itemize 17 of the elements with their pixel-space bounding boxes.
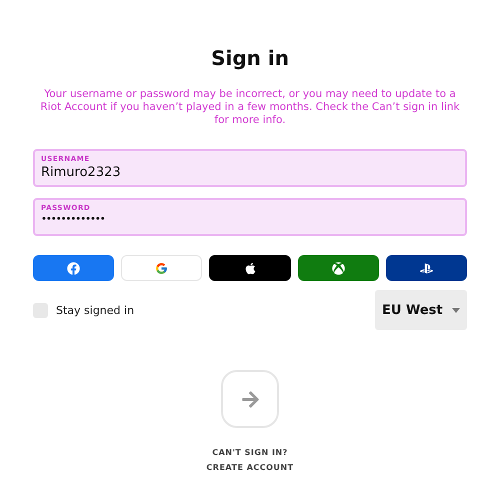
sign-in-option-button[interactable]: [386, 255, 468, 281]
text-input[interactable]: Rimuro2323: [41, 165, 459, 180]
submit-button[interactable]: [221, 370, 279, 428]
arrow-right-icon: [240, 390, 260, 408]
ps-logo-icon: [420, 262, 433, 274]
checkbox-label: Stay signed in: [56, 304, 134, 316]
error-message: Your username or password may be incorrect, or you may need to update to a Riot Account if you haven’t played in a few months. Check the Can’t sign in link for more info.: [39, 88, 461, 127]
page-title: Sign in: [210, 46, 290, 70]
password-input[interactable]: •••••••••••••: [41, 214, 459, 225]
apple-icon: [244, 262, 256, 274]
text-link[interactable]: CAN'T SIGN IN?: [212, 448, 288, 457]
text-link[interactable]: CREATE ACCOUNT: [206, 463, 294, 472]
circle-f-icon: [67, 262, 80, 274]
caret-icon: [452, 308, 460, 312]
g-logo-icon: [155, 262, 168, 274]
region-dropdown[interactable]: EU West: [375, 290, 467, 330]
sign-in-option-button[interactable]: [209, 255, 291, 281]
